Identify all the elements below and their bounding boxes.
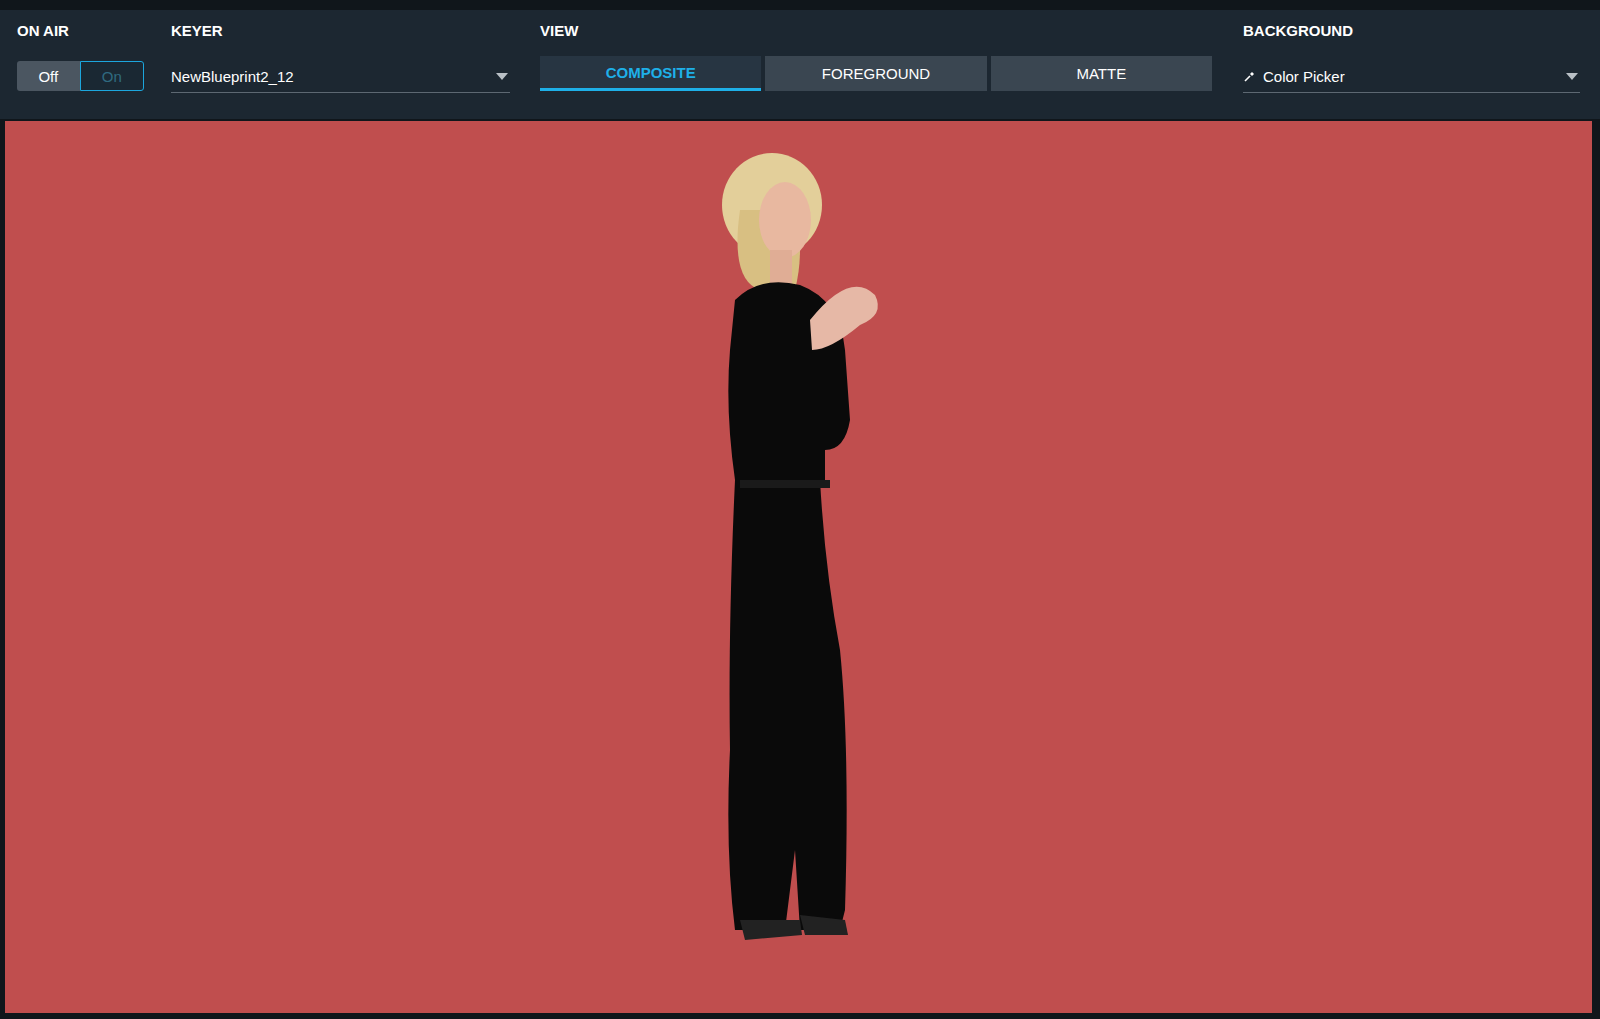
caret-icon [496, 73, 508, 80]
background-dropdown[interactable]: Color Picker [1243, 61, 1580, 93]
toolbar: ON AIR OffOn KEYER NewBlueprint2_12 VIEW COMP… [0, 10, 1600, 119]
keyer-preview-page: ON AIR OffOn KEYER NewBlueprint2_12 VIEW COMP… [0, 0, 1600, 1019]
on-air-label: ON AIR [17, 22, 144, 42]
toggle-option[interactable]: On [80, 61, 145, 91]
view-tab[interactable]: MATTE [991, 56, 1212, 91]
on-air-toggle[interactable]: OffOn [17, 61, 144, 91]
background-value: Color Picker [1263, 68, 1558, 85]
view-tab[interactable]: COMPOSITE [540, 56, 761, 91]
keyer-label: KEYER [171, 22, 510, 42]
view-tabs: COMPOSITEFOREGROUNDMATTE [540, 56, 1212, 91]
background-group: BACKGROUND Color Picker [1243, 22, 1580, 119]
view-label: VIEW [540, 22, 1212, 42]
composite-preview [5, 121, 1592, 1013]
toggle-option[interactable]: Off [17, 61, 80, 91]
eyedropper-icon [1243, 71, 1255, 83]
view-tab[interactable]: FOREGROUND [765, 56, 986, 91]
keyer-value: NewBlueprint2_12 [171, 68, 488, 85]
on-air-group: ON AIR OffOn [17, 22, 144, 119]
keyer-group: KEYER NewBlueprint2_12 [171, 22, 510, 119]
presenter-video [700, 150, 900, 950]
caret-icon [1566, 73, 1578, 80]
keyer-dropdown[interactable]: NewBlueprint2_12 [171, 61, 510, 93]
background-label: BACKGROUND [1243, 22, 1580, 42]
view-group: VIEW COMPOSITEFOREGROUNDMATTE [540, 22, 1212, 119]
